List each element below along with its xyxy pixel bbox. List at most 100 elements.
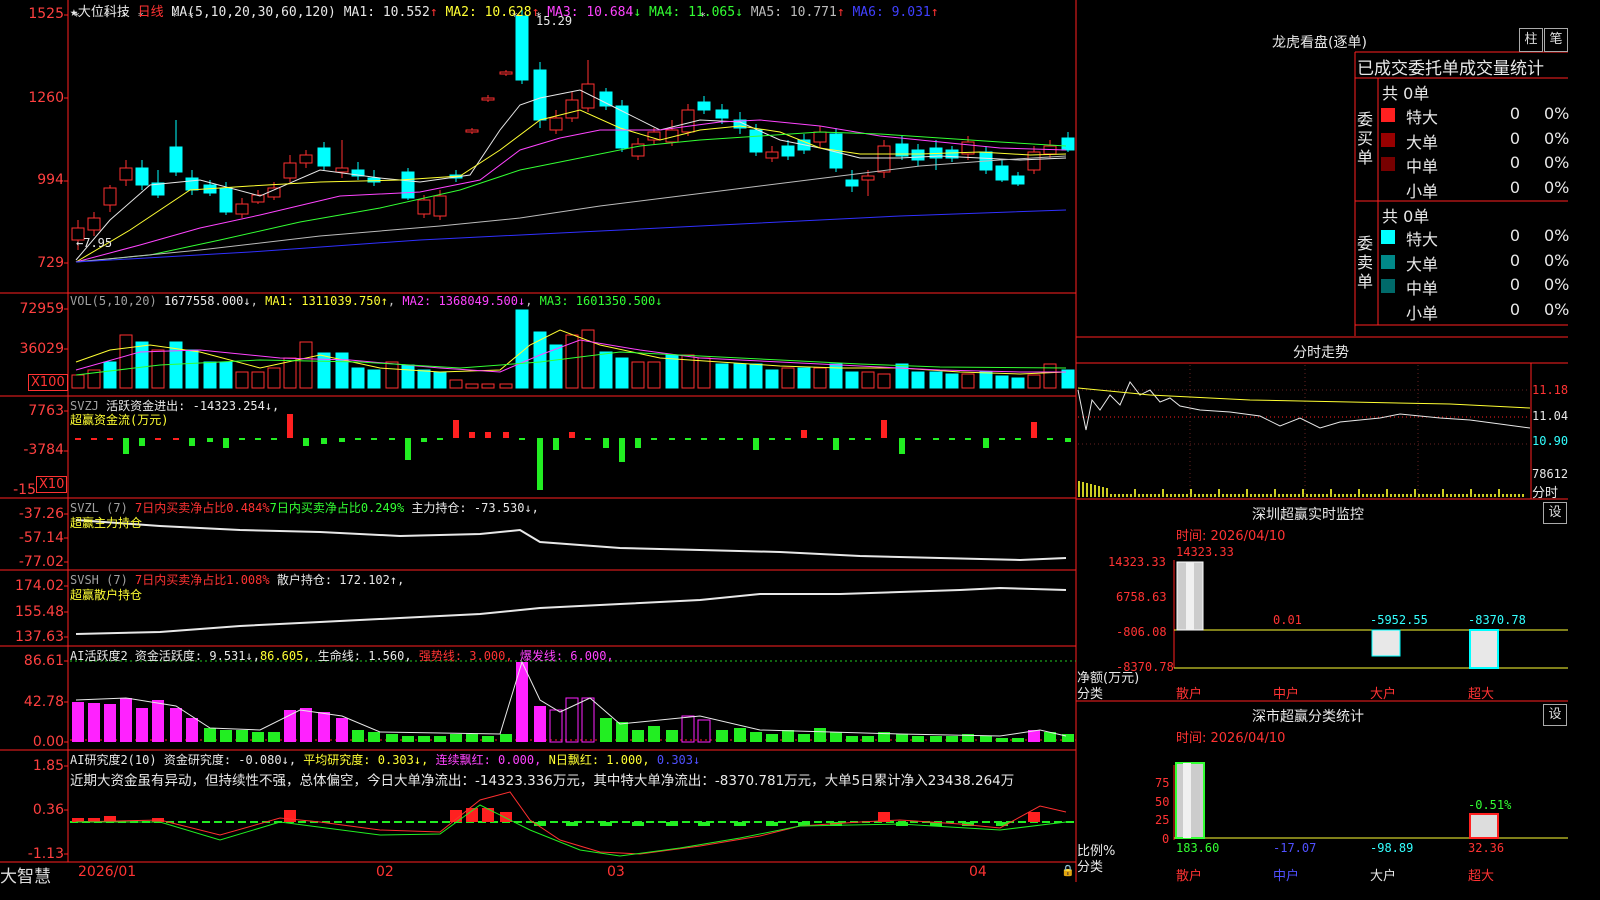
fenshi-tick: 11.18 bbox=[1532, 383, 1569, 397]
activity-bar bbox=[104, 704, 116, 742]
fenshi-volume-bar bbox=[1314, 494, 1316, 497]
fenshi-volume-bar bbox=[1234, 494, 1236, 497]
fenshi-volume-bar bbox=[1406, 494, 1408, 497]
candle bbox=[283, 162, 297, 179]
monitor-tick: -806.08 bbox=[1116, 625, 1167, 639]
volume-bar bbox=[697, 357, 711, 389]
fenshi-volume-bar bbox=[1414, 489, 1416, 497]
order-count: 0 bbox=[1509, 128, 1520, 148]
order-percent: 0% bbox=[1544, 128, 1570, 148]
fund-flow-bar bbox=[817, 438, 823, 440]
monitor-cat: 中户 bbox=[1273, 687, 1300, 702]
price-tick: 1525 bbox=[28, 6, 64, 22]
fenshi-volume-bar bbox=[1122, 494, 1124, 497]
fenshi-volume-bar bbox=[1522, 494, 1524, 497]
fenshi-volume-bar bbox=[1094, 485, 1096, 497]
activity-bar bbox=[697, 719, 711, 743]
fund-flow-bar bbox=[469, 432, 475, 438]
lhb-title: 龙虎看盘(逐单) bbox=[1272, 35, 1367, 51]
candle bbox=[335, 167, 349, 173]
fenshi-volume-bar bbox=[1454, 494, 1456, 497]
candle bbox=[781, 145, 795, 157]
order-percent: 0% bbox=[1544, 250, 1570, 270]
x-label: 04 bbox=[969, 864, 987, 880]
fenshi-volume-bar bbox=[1238, 494, 1240, 497]
activity-bar bbox=[930, 736, 942, 742]
candle bbox=[251, 194, 265, 203]
candle bbox=[533, 69, 547, 121]
classify-settings-button[interactable]: 设 bbox=[1543, 704, 1567, 726]
candle bbox=[845, 179, 859, 187]
fenshi-volume-bar bbox=[1426, 494, 1428, 497]
fenshi-volume-bar bbox=[1486, 494, 1488, 497]
fund-flow-bar bbox=[255, 438, 261, 440]
period-label[interactable]: 日线 bbox=[138, 5, 164, 20]
lock-icon[interactable]: 🔒 bbox=[1061, 864, 1075, 877]
tick-mode-button[interactable]: 笔 bbox=[1544, 28, 1568, 52]
research-bar bbox=[698, 822, 710, 826]
fenshi-volume-bar bbox=[1150, 494, 1152, 497]
price-tick: 1260 bbox=[28, 90, 64, 106]
vol-tick: 36029 bbox=[19, 341, 64, 357]
volume-bar bbox=[351, 367, 365, 389]
fenshi-volume-bar bbox=[1498, 489, 1500, 497]
fund-flow-bar bbox=[389, 438, 395, 440]
fenshi-volume-bar bbox=[1466, 494, 1468, 497]
fenshi-volume-bar bbox=[1202, 494, 1204, 497]
activity-bar bbox=[716, 730, 728, 742]
fenshi-volume-bar bbox=[1178, 494, 1180, 497]
volume-bar bbox=[235, 371, 249, 389]
volume-bar bbox=[615, 357, 629, 389]
ma-value-5: MA5: 10.771↑ bbox=[742, 5, 845, 20]
research-bar bbox=[734, 822, 746, 826]
activity-bar bbox=[996, 738, 1008, 742]
monitor-tick: 14323.33 bbox=[1108, 555, 1166, 569]
monitor-val-chaoda: -8370.78 bbox=[1468, 613, 1526, 627]
fenshi-volume-bar bbox=[1154, 494, 1156, 497]
order-percent: 0% bbox=[1544, 275, 1570, 294]
svzl-tick: -37.26 bbox=[18, 506, 64, 522]
fund-flow-bar bbox=[899, 438, 905, 454]
volume-bar bbox=[1011, 377, 1025, 389]
fenshi-avg-line bbox=[1077, 387, 1531, 409]
fenshi-volume-bar bbox=[1382, 494, 1384, 497]
fenshi-volume-bar bbox=[1274, 489, 1276, 497]
main-header: ★大位科技 日线 MA(5,10,20,30,60,120) MA1: 10.5… bbox=[70, 1, 939, 20]
main-position-line bbox=[75, 519, 1067, 562]
bar-mode-button[interactable]: 柱 bbox=[1519, 28, 1543, 52]
order-type-label: 中单 bbox=[1406, 157, 1439, 176]
activity-bar bbox=[402, 736, 414, 742]
volume-bar bbox=[929, 371, 943, 389]
fenshi-volume-bar bbox=[1134, 489, 1136, 497]
classify-cat: 超大 bbox=[1468, 869, 1495, 884]
candle bbox=[1011, 175, 1025, 185]
fund-flow-bar bbox=[1047, 438, 1053, 440]
ai1-tick: 0.00 bbox=[32, 734, 64, 750]
ai2-tick: 1.85 bbox=[32, 758, 64, 774]
fenshi-volume-bar bbox=[1390, 494, 1392, 497]
activity-bar bbox=[72, 702, 84, 742]
svzl-tick: -57.14 bbox=[18, 530, 64, 546]
order-percent: 0% bbox=[1544, 104, 1570, 123]
volume-bar bbox=[267, 367, 281, 389]
fund-flow-bar bbox=[833, 438, 839, 450]
research-avg-line bbox=[76, 804, 1067, 857]
candle bbox=[715, 109, 729, 119]
fenshi-volume-bar bbox=[1462, 494, 1464, 497]
fund-flow-bar bbox=[537, 438, 543, 490]
fund-flow-bar bbox=[685, 438, 691, 440]
fenshi-tick: 11.04 bbox=[1532, 409, 1569, 423]
activity-bar bbox=[336, 718, 348, 742]
volume-bar bbox=[465, 383, 479, 389]
fenshi-volume-bar bbox=[1114, 494, 1116, 497]
candle bbox=[169, 146, 183, 173]
fund-flow-bar bbox=[669, 438, 675, 440]
fenshi-volume-bar bbox=[1090, 484, 1092, 497]
monitor-cat: 散户 bbox=[1176, 687, 1203, 702]
ai2-tick: -1.13 bbox=[27, 846, 64, 862]
classify-cat: 中户 bbox=[1273, 869, 1300, 884]
activity-bar bbox=[798, 734, 810, 742]
monitor-bar-chaoda bbox=[1469, 629, 1499, 669]
activity-bar bbox=[136, 708, 148, 742]
monitor-settings-button[interactable]: 设 bbox=[1543, 502, 1567, 524]
